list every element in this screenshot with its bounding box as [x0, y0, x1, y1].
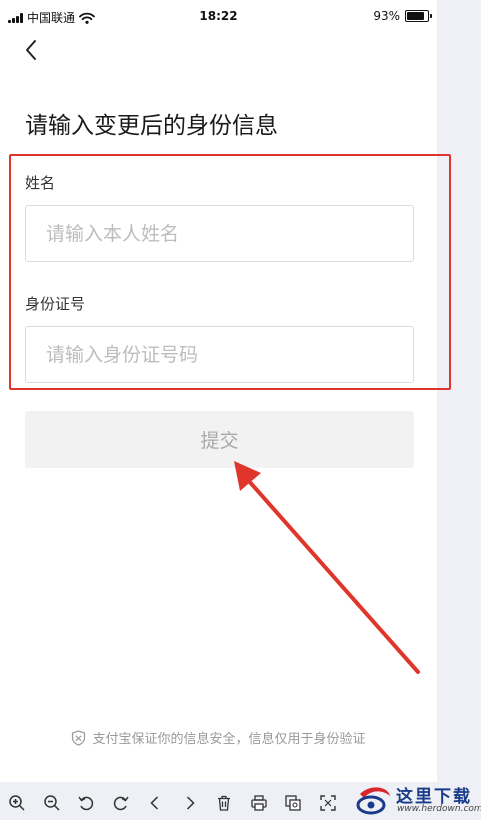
previous-button[interactable]: [138, 785, 173, 820]
status-bar: 中国联通 18:22 93%: [0, 0, 437, 34]
name-input[interactable]: [25, 205, 414, 262]
battery-percent: 93%: [373, 9, 400, 23]
back-button[interactable]: [18, 36, 48, 66]
rotate-right-button[interactable]: [104, 785, 139, 820]
status-time: 18:22: [199, 9, 238, 23]
zoom-in-button[interactable]: [0, 785, 35, 820]
battery-cap: [430, 14, 432, 18]
watermark-url: www.herdown.com: [397, 804, 481, 814]
rotate-right-icon: [113, 796, 129, 810]
name-label: 姓名: [25, 174, 56, 192]
security-note-text: 支付宝保证你的信息安全，信息仅用于身份验证: [92, 732, 366, 747]
battery-icon: [405, 10, 432, 22]
copy-icon: [285, 794, 301, 811]
rotate-left-button[interactable]: [69, 785, 104, 820]
next-button[interactable]: [173, 785, 208, 820]
print-button[interactable]: [242, 785, 277, 820]
chevron-left-icon: [26, 40, 36, 60]
id-number-label: 身份证号: [25, 295, 86, 313]
copy-button[interactable]: [276, 785, 311, 820]
status-right: 93%: [373, 9, 432, 23]
shield-icon: [72, 729, 86, 746]
watermark: 这里下载 www.herdown.com: [350, 780, 481, 820]
watermark-logo: [356, 787, 390, 815]
id-number-input[interactable]: [25, 326, 414, 383]
phone-screen: 中国联通 18:22 93% 请输入变更后的身份信息 姓名 身份证号 提交: [0, 0, 437, 782]
previous-icon: [150, 795, 159, 810]
zoom-out-button[interactable]: [35, 785, 70, 820]
rotate-left-icon: [78, 796, 94, 810]
battery-level: [407, 12, 424, 20]
fullscreen-button[interactable]: [311, 785, 346, 820]
page-title: 请输入变更后的身份信息: [25, 113, 278, 139]
security-note: 支付宝保证你的信息安全，信息仅用于身份验证: [0, 728, 437, 747]
delete-icon: [218, 795, 231, 811]
zoom-out-icon: [44, 794, 60, 811]
zoom-in-icon: [9, 794, 25, 811]
print-icon: [251, 794, 267, 811]
fullscreen-icon: [320, 794, 336, 811]
image-viewer-toolbar: [0, 785, 345, 820]
delete-button[interactable]: [207, 785, 242, 820]
submit-button[interactable]: 提交: [25, 411, 414, 468]
next-icon: [186, 795, 195, 810]
